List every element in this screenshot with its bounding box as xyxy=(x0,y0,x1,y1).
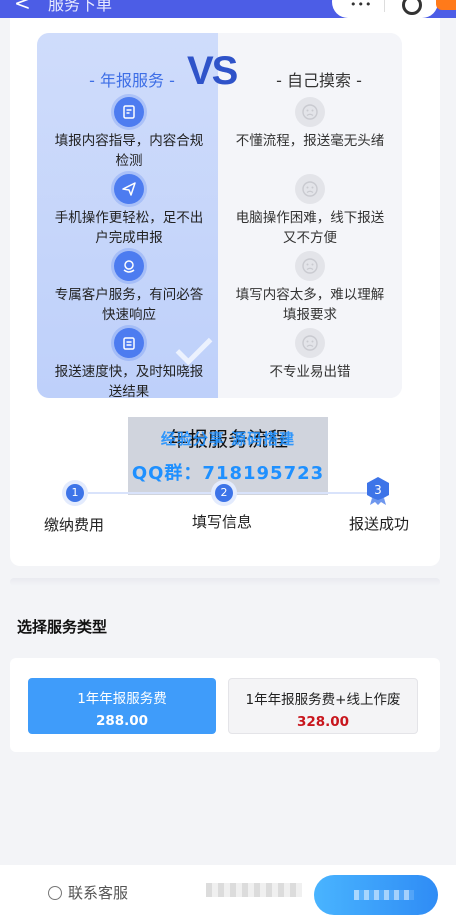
service-options-card: 1年年报服务费 288.00 1年年报服务费+线上作废 328.00 xyxy=(10,658,440,752)
clipboard-icon xyxy=(114,328,144,358)
service-option-with-void[interactable]: 1年年报服务费+线上作废 328.00 xyxy=(228,678,418,734)
step-3-badge-icon: 3 xyxy=(365,476,391,506)
diy-feature: 填写内容太多，难以理解填报要求 xyxy=(230,251,390,325)
blurred-price-text xyxy=(206,883,302,897)
close-circle-icon[interactable] xyxy=(402,0,422,15)
service-feature: 填报内容指导，内容合规检测 xyxy=(49,97,209,171)
mini-program-capsule: ••• xyxy=(332,0,438,18)
watermark-qq: QQ群：718195723 xyxy=(131,463,325,484)
contact-service-button[interactable]: 联系客服 xyxy=(48,882,128,903)
service-feature: 专属客户服务，有问必答快速响应 xyxy=(49,251,209,325)
page-title: 服务下单 xyxy=(48,0,113,14)
diy-feature: 不懂流程，报送毫无头绪 xyxy=(230,97,390,151)
document-check-icon xyxy=(114,97,144,127)
step-1-label: 缴纳费用 xyxy=(44,516,105,534)
vs-label: VS xyxy=(187,49,238,93)
diy-heading: - 自己摸索 - xyxy=(276,71,362,90)
more-icon[interactable]: ••• xyxy=(350,0,372,11)
sad-face-icon xyxy=(295,251,325,281)
customer-service-icon xyxy=(114,251,144,281)
service-type-title: 选择服务类型 xyxy=(17,618,108,636)
headset-icon xyxy=(48,885,62,900)
step-2-dot: 2 xyxy=(215,484,233,502)
back-icon[interactable]: < xyxy=(14,0,31,15)
corner-badge xyxy=(436,0,456,10)
bottom-action-bar: 联系客服 xyxy=(0,865,456,915)
watermark-text: 经验分享 源码搭建 xyxy=(160,430,296,448)
step-1-dot: 1 xyxy=(66,484,84,502)
sad-face-icon xyxy=(295,328,325,358)
service-feature: 报送速度快，及时知晓报送结果 xyxy=(49,328,209,398)
service-option-basic[interactable]: 1年年报服务费 288.00 xyxy=(28,678,216,734)
card-divider xyxy=(10,578,440,586)
submit-order-button[interactable] xyxy=(314,875,438,915)
intro-card: - 年报服务 - VS - 自己摸索 - 填报内容指导，内容合规检测 手机操作更… xyxy=(10,18,440,566)
service-heading: - 年报服务 - xyxy=(89,71,175,90)
capsule-divider xyxy=(384,0,385,12)
paper-plane-icon xyxy=(114,174,144,204)
comparison-panel: - 年报服务 - VS - 自己摸索 - 填报内容指导，内容合规检测 手机操作更… xyxy=(37,33,402,398)
step-3-label: 报送成功 xyxy=(349,515,410,533)
top-nav-bar: < 服务下单 ••• xyxy=(0,0,456,18)
diy-feature: 电脑操作困难，线下报送又不方便 xyxy=(230,174,390,248)
watermark-overlay: 年报服务流程 经验分享 源码搭建 QQ群：718195723 xyxy=(128,417,328,495)
step-3-number: 3 xyxy=(374,483,382,497)
diy-feature: 不专业易出错 xyxy=(230,328,390,382)
service-feature: 手机操作更轻松，足不出户完成申报 xyxy=(49,174,209,248)
sad-face-icon xyxy=(295,174,325,204)
step-2-label: 填写信息 xyxy=(192,513,253,531)
sad-face-icon xyxy=(295,97,325,127)
